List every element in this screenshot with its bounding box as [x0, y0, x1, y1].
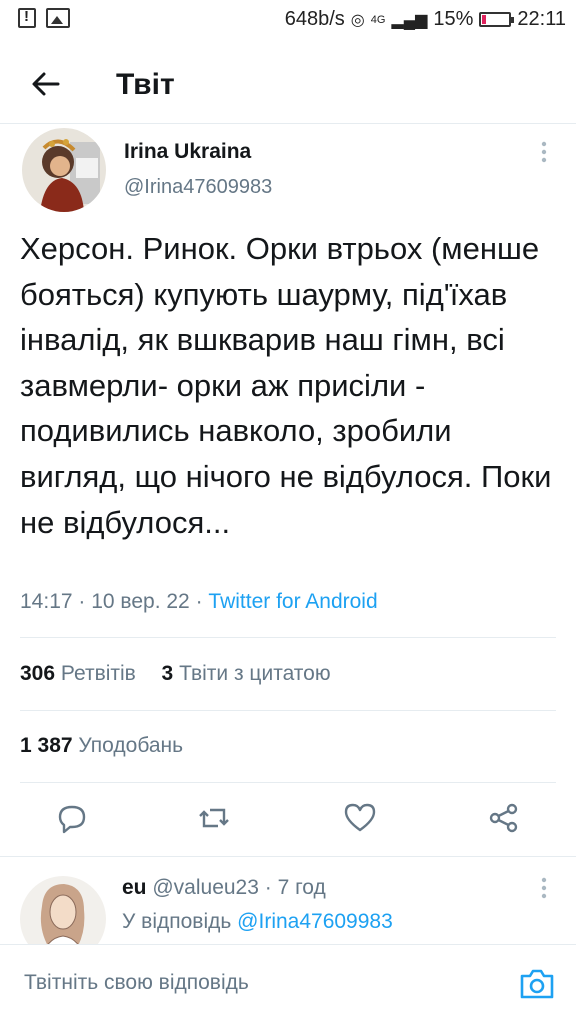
share-button[interactable]	[486, 800, 522, 836]
meta-separator: ·	[78, 590, 92, 613]
author-name[interactable]: Irina Ukraina	[124, 140, 251, 164]
clock: 22:11	[517, 8, 566, 30]
reply-header: eu @valueu23 · 7 год	[122, 876, 326, 900]
retweet-icon	[199, 808, 229, 828]
tweet-text: Херсон. Ринок. Орки втрьох (менше боятьс…	[20, 231, 552, 540]
camera-button[interactable]	[518, 965, 556, 1003]
battery-icon	[479, 12, 515, 27]
more-options-button[interactable]	[532, 138, 556, 168]
more-vertical-icon	[541, 141, 547, 163]
likes-count: 1 387	[20, 734, 73, 757]
tweet-source-link[interactable]: Twitter for Android	[208, 590, 377, 613]
quotes-label: Твіти з цитатою	[179, 662, 331, 685]
share-icon	[489, 803, 518, 833]
network-speed: 648b/s	[284, 8, 345, 30]
reply-author-handle[interactable]: @valueu23	[152, 876, 259, 899]
retweets-label: Ретвітів	[60, 662, 136, 685]
status-bar: 648b/s ◎ 4G ▂▄▆ 15% 22:11	[0, 0, 576, 40]
reply-more-options-button[interactable]	[532, 874, 556, 904]
more-vertical-icon	[541, 877, 547, 899]
tweet-actions	[0, 796, 576, 844]
network-type: 4G	[370, 13, 386, 26]
avatar-image	[22, 128, 106, 212]
meta-separator: ·	[195, 590, 209, 613]
arrow-left-icon	[32, 72, 60, 96]
battery-percent: 15%	[433, 8, 474, 30]
divider	[20, 782, 556, 783]
reply-compose-bar: Твітніть свою відповідь	[0, 944, 576, 1024]
author-handle[interactable]: @Irina47609983	[124, 176, 272, 199]
reply-author-name[interactable]: eu	[122, 876, 147, 899]
page-title: Твіт	[116, 68, 175, 101]
camera-icon	[520, 969, 554, 999]
alert-icon	[18, 8, 36, 28]
reply-prefix: У відповідь	[122, 910, 232, 933]
signal-icon: ▂▄▆	[391, 11, 428, 29]
like-stats[interactable]: 1 387 Уподобань	[20, 734, 183, 758]
status-bar-right: 648b/s ◎ 4G ▂▄▆ 15% 22:11	[285, 8, 566, 31]
divider	[0, 856, 576, 857]
reply-input[interactable]: Твітніть свою відповідь	[24, 971, 249, 995]
heart-icon	[344, 803, 376, 832]
retweets-count: 306	[20, 662, 56, 685]
retweet-button[interactable]	[196, 800, 232, 836]
quotes-count: 3	[161, 662, 174, 685]
status-bar-left	[18, 8, 70, 28]
reply-to-line: У відповідь @Irina47609983	[122, 910, 393, 934]
app-header: Твіт	[0, 48, 576, 124]
likes-label: Уподобань	[78, 734, 184, 757]
reply-button[interactable]	[54, 800, 90, 836]
tweet-meta: 14:17 · 10 вер. 22 · Twitter for Android	[20, 590, 378, 614]
tweet-time: 14:17	[20, 590, 73, 613]
avatar[interactable]	[22, 128, 106, 212]
reply-age: 7 год	[277, 876, 326, 899]
divider	[20, 710, 556, 711]
hotspot-icon: ◎	[350, 11, 365, 29]
reply-to-link[interactable]: @Irina47609983	[237, 910, 393, 933]
like-button[interactable]	[342, 800, 378, 836]
meta-separator: ·	[264, 876, 278, 899]
retweet-stats[interactable]: 306 Ретвітів 3 Твіти з цитатою	[20, 662, 331, 686]
image-icon	[46, 8, 70, 28]
back-button[interactable]	[28, 66, 64, 102]
comment-icon	[58, 805, 86, 834]
tweet-date: 10 вер. 22	[91, 590, 190, 613]
divider	[20, 637, 556, 638]
